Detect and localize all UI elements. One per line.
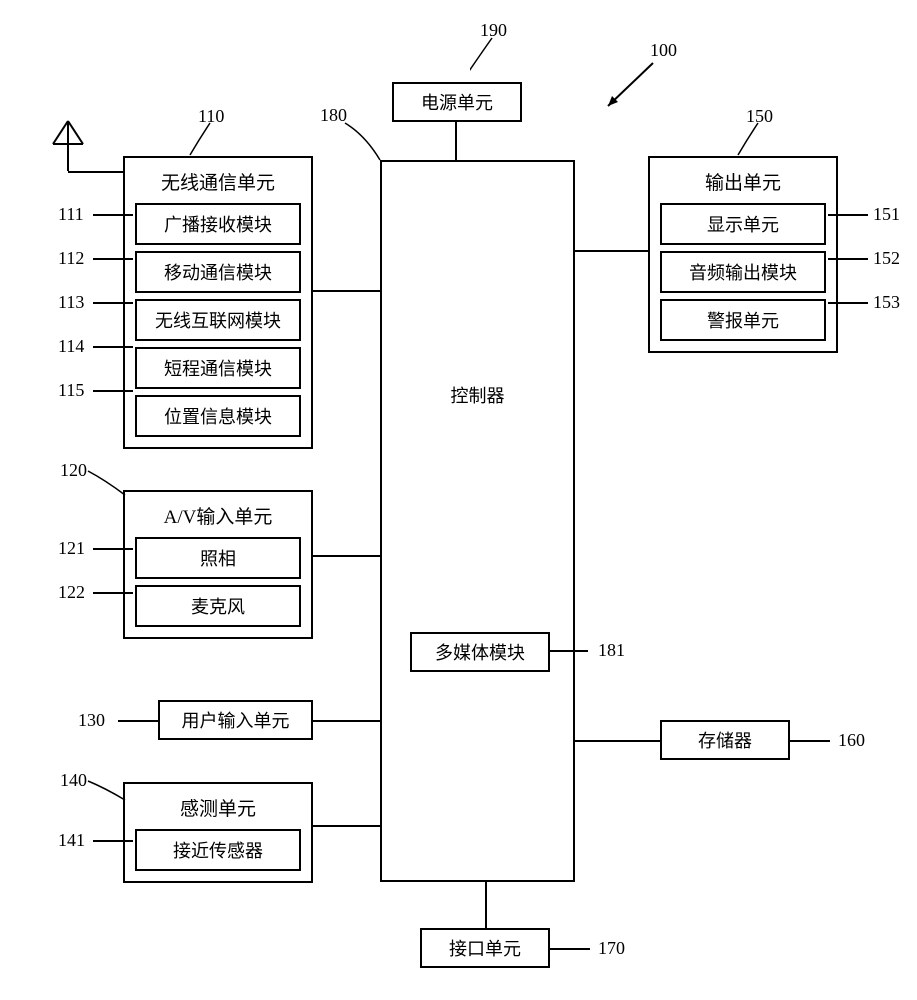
- controller-label: 控制器: [382, 382, 573, 408]
- audio-output-module: 音频输出模块: [660, 251, 826, 293]
- interface-label: 接口单元: [449, 935, 521, 961]
- antenna-icon: [48, 116, 88, 176]
- sensing-unit-block: 感测单元 接近传感器: [123, 782, 313, 883]
- multimedia-label: 多媒体模块: [435, 639, 525, 665]
- ref-130: 130: [78, 710, 105, 731]
- ref-114: 114: [58, 336, 84, 357]
- ref-140: 140: [60, 770, 87, 791]
- camera-module: 照相: [135, 537, 301, 579]
- leader-180: [340, 120, 390, 165]
- proximity-sensor: 接近传感器: [135, 829, 301, 871]
- mic-module: 麦克风: [135, 585, 301, 627]
- user-input-label: 用户输入单元: [182, 707, 290, 733]
- broadcast-module: 广播接收模块: [135, 203, 301, 245]
- leader-120: [85, 468, 130, 503]
- user-input-block: 用户输入单元: [158, 700, 313, 740]
- ref-160: 160: [838, 730, 865, 751]
- leader-110: [188, 120, 218, 160]
- ref-113: 113: [58, 292, 84, 313]
- output-unit-block: 输出单元 显示单元 音频输出模块 警报单元: [648, 156, 838, 353]
- ref-153: 153: [873, 292, 900, 313]
- ref-170: 170: [598, 938, 625, 959]
- ref-111: 111: [58, 204, 84, 225]
- controller-block: 控制器 多媒体模块: [380, 160, 575, 882]
- leader-190: [470, 35, 510, 85]
- ref-141: 141: [58, 830, 85, 851]
- av-input-title: A/V输入单元: [135, 502, 301, 529]
- leader-150: [736, 120, 766, 160]
- ref-122: 122: [58, 582, 85, 603]
- multimedia-block: 多媒体模块: [410, 632, 550, 672]
- sensing-unit-title: 感测单元: [135, 794, 301, 821]
- leader-140: [85, 778, 130, 808]
- mobile-comm-module: 移动通信模块: [135, 251, 301, 293]
- wireless-unit-block: 无线通信单元 广播接收模块 移动通信模块 无线互联网模块 短程通信模块 位置信息…: [123, 156, 313, 449]
- wireless-internet-module: 无线互联网模块: [135, 299, 301, 341]
- power-unit-block: 电源单元: [392, 82, 522, 122]
- wireless-unit-title: 无线通信单元: [135, 168, 301, 195]
- ref-120: 120: [60, 460, 87, 481]
- short-range-module: 短程通信模块: [135, 347, 301, 389]
- location-module: 位置信息模块: [135, 395, 301, 437]
- ref-112: 112: [58, 248, 84, 269]
- memory-block: 存储器: [660, 720, 790, 760]
- display-module: 显示单元: [660, 203, 826, 245]
- interface-block: 接口单元: [420, 928, 550, 968]
- ref-151: 151: [873, 204, 900, 225]
- ref-121: 121: [58, 538, 85, 559]
- ref-181: 181: [598, 640, 625, 661]
- ref-152: 152: [873, 248, 900, 269]
- arrow-100: [598, 58, 658, 118]
- ref-115: 115: [58, 380, 84, 401]
- memory-label: 存储器: [698, 727, 752, 753]
- output-unit-title: 输出单元: [660, 168, 826, 195]
- alarm-module: 警报单元: [660, 299, 826, 341]
- av-input-block: A/V输入单元 照相 麦克风: [123, 490, 313, 639]
- power-unit-label: 电源单元: [421, 89, 493, 115]
